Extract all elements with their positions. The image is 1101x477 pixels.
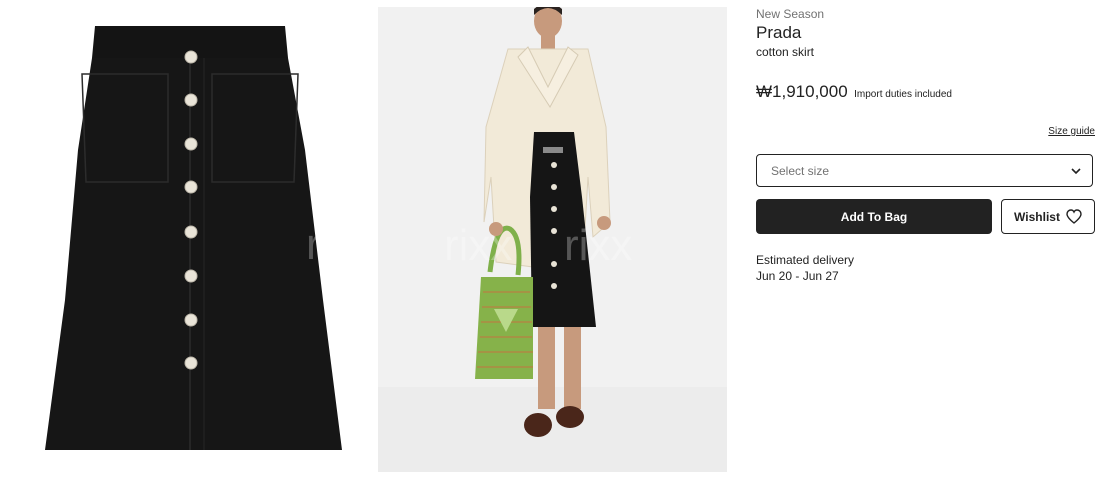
size-guide-link[interactable]: Size guide xyxy=(1048,126,1095,137)
price-row: ₩1,910,000 Import duties included xyxy=(756,82,952,102)
brand-name[interactable]: Prada xyxy=(756,23,801,43)
watermark: rixx xyxy=(306,220,375,269)
chevron-down-icon xyxy=(1071,168,1081,175)
wishlist-label: Wishlist xyxy=(1014,209,1060,224)
duties-note: Import duties included xyxy=(854,89,952,100)
heart-icon xyxy=(1066,209,1082,224)
wishlist-button[interactable]: Wishlist xyxy=(1001,199,1095,234)
add-to-bag-button[interactable]: Add To Bag xyxy=(756,199,992,234)
price: ₩1,910,000 xyxy=(756,82,848,101)
estimated-delivery-dates: Jun 20 - Jun 27 xyxy=(756,269,839,283)
estimated-delivery-label: Estimated delivery xyxy=(756,253,855,267)
size-select[interactable]: Select size xyxy=(756,154,1093,187)
add-to-bag-label: Add To Bag xyxy=(840,209,908,224)
watermark: rixx xyxy=(444,221,513,270)
size-select-placeholder: Select size xyxy=(771,164,830,178)
product-name: cotton skirt xyxy=(756,45,815,59)
product-image-skirt-flat[interactable]: rixx xyxy=(30,10,374,460)
new-season-label: New Season xyxy=(756,7,825,21)
watermark: rixx xyxy=(564,221,633,270)
product-info-panel: New Season Prada cotton skirt ₩1,910,000… xyxy=(756,0,1095,477)
model-illustration xyxy=(378,7,727,472)
product-gallery: rixx rixx rixx xyxy=(0,0,740,477)
product-image-model[interactable]: rixx rixx xyxy=(378,7,727,472)
